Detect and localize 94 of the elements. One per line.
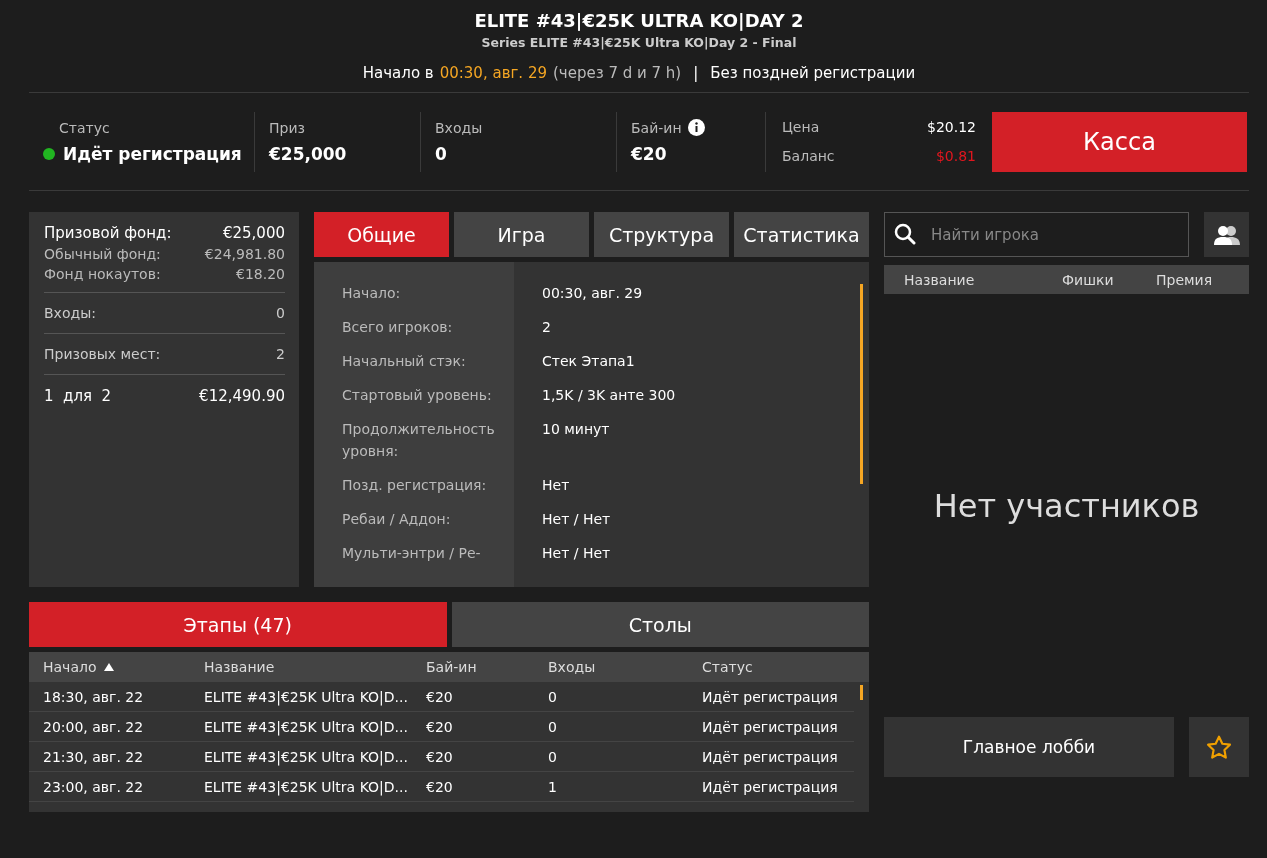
info-label: Мульти-энтри / Ре- (342, 544, 482, 563)
prize-value: 2 (276, 346, 285, 362)
prize-label: Призовой фонд: (44, 224, 172, 242)
table-cell-text: 23:00, авг. 22 (43, 778, 145, 795)
balance-label: Баланс (782, 148, 835, 164)
info-tab[interactable]: Статистика (734, 212, 869, 257)
info-label: Позд. регистрация: (342, 476, 488, 495)
stat-label: Бай-ин (631, 119, 682, 136)
info-label: Продолжительность уровня: (342, 420, 496, 461)
info-label: Начальный стэк: (342, 352, 467, 371)
table-cell-text: Идёт регистрация (702, 748, 839, 765)
table-cell-text: ELITE #43|€25K Ultra KO|D... (204, 688, 409, 705)
stat-value: €20 (631, 144, 667, 164)
stat-value: 0 (435, 143, 447, 164)
column-header[interactable]: Бай-ин (426, 659, 548, 675)
scrollbar[interactable] (860, 685, 863, 700)
table-cell-text: €20 (426, 718, 454, 735)
stat-label: Входы (435, 119, 483, 136)
column-header[interactable]: Входы (548, 659, 702, 675)
table-cell-text: 21:30, авг. 22 (43, 748, 145, 765)
info-value: Нет / Нет (542, 511, 611, 527)
info-tab[interactable]: Структура (594, 212, 729, 257)
price-label: Цена (782, 119, 820, 135)
favorite-button[interactable] (1189, 717, 1249, 777)
info-value: 00:30, авг. 29 (542, 285, 643, 301)
scrollbar[interactable] (860, 284, 863, 484)
prize-value: €25,000 (222, 224, 285, 242)
prize-value: €18.20 (236, 266, 285, 282)
info-value: 10 минут (542, 421, 610, 437)
separator: | (693, 64, 699, 82)
info-label: Начало: (342, 284, 402, 303)
countdown: (через 7 d и 7 h) (553, 64, 682, 82)
people-icon (1213, 224, 1240, 245)
section-tab[interactable]: Столы (451, 602, 869, 647)
table-cell-text: Идёт регистрация (702, 718, 839, 735)
stat-label: Статус (59, 119, 110, 136)
prize-label: 1 для 2 (44, 387, 112, 405)
table-cell-text: €20 (426, 778, 454, 795)
star-icon (1206, 734, 1232, 760)
search-icon (894, 223, 916, 245)
table-cell-text: ELITE #43|€25K Ultra KO|D... (204, 778, 409, 795)
info-value: Нет (542, 477, 570, 493)
main-lobby-button[interactable]: Главное лобби (884, 717, 1174, 777)
table-cell-text: 0 (548, 718, 558, 735)
section-tab[interactable]: Этапы (47) (29, 602, 447, 647)
table-cell-text: Идёт регистрация (702, 688, 839, 705)
info-label: Всего игроков: (342, 318, 454, 337)
column-header[interactable]: Начало (43, 659, 204, 675)
price-value: $20.12 (927, 119, 976, 135)
late-registration-note: Без поздней регистрации (710, 64, 916, 82)
table-cell-text: Идёт регистрация (702, 778, 839, 795)
cashier-button[interactable]: Касса (992, 111, 1247, 172)
player-search-field[interactable]: Найти игрока (884, 212, 1189, 257)
column-header[interactable]: Название (204, 659, 426, 675)
prize-value: €24,981.80 (204, 246, 285, 262)
table-cell-text: 0 (548, 688, 558, 705)
info-label: Стартовый уровень: (342, 386, 493, 405)
prize-label: Призовых мест: (44, 346, 161, 362)
column-header[interactable]: Фишки (1062, 271, 1156, 288)
prize-value: €12,490.90 (199, 387, 285, 405)
info-tab[interactable]: Общие (314, 212, 449, 257)
start-label: Начало в (362, 64, 434, 82)
stat-value: Идёт регистрация (63, 143, 242, 164)
info-icon[interactable] (687, 119, 705, 136)
table-cell-text: ELITE #43|€25K Ultra KO|D... (204, 718, 409, 735)
info-label: Ребаи / Аддон: (342, 510, 452, 529)
sort-arrow-icon (104, 663, 115, 671)
start-time: 00:30, авг. 29 (439, 64, 547, 82)
table-cell-text: €20 (426, 688, 454, 705)
prize-value: 0 (276, 305, 285, 321)
prize-label: Фонд нокаутов: (44, 266, 161, 282)
stat-label: Приз (269, 119, 305, 136)
column-header[interactable]: Статус (702, 659, 869, 675)
column-header[interactable]: Название (904, 271, 1062, 288)
balance-value: $0.81 (935, 148, 976, 164)
empty-message: Нет участников (933, 486, 1200, 525)
prize-label: Обычный фонд: (44, 246, 161, 262)
stat-value: €25,000 (269, 143, 347, 164)
series-subtitle: Series ELITE #43|€25K Ultra KO|Day 2 - Final (481, 34, 797, 52)
table-cell-text: 18:30, авг. 22 (43, 688, 145, 705)
prize-label: Входы: (44, 305, 96, 321)
info-tab[interactable]: Игра (454, 212, 589, 257)
table-cell-text: 20:00, авг. 22 (43, 718, 145, 735)
table-cell-text: ELITE #43|€25K Ultra KO|D... (204, 748, 409, 765)
table-cell-text: 0 (548, 748, 558, 765)
info-value: Стек Этапа1 (542, 353, 635, 369)
info-value: Нет / Нет (542, 545, 611, 561)
table-cell-text: 1 (548, 778, 558, 795)
info-value: 2 (542, 319, 551, 335)
players-button[interactable] (1204, 212, 1249, 257)
tournament-title: ELITE #43|€25K ULTRA KO|DAY 2 (474, 9, 804, 33)
column-header[interactable]: Премия (1156, 271, 1249, 288)
info-value: 1,5K / 3K анте 300 (542, 387, 676, 403)
table-cell-text: €20 (426, 748, 454, 765)
